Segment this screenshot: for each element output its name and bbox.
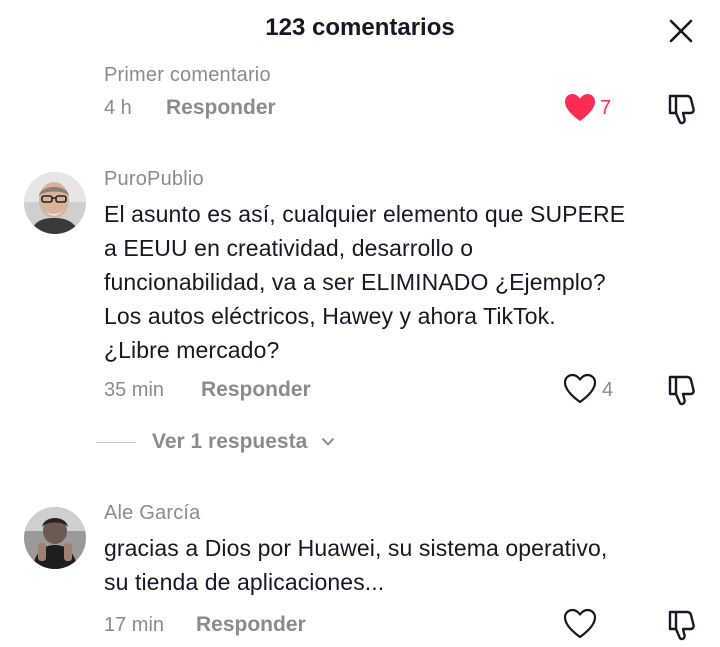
close-button[interactable] (664, 14, 698, 48)
comments-header: 123 comentarios (0, 0, 720, 56)
thumbs-down-icon (668, 610, 695, 641)
dislike-button[interactable] (664, 92, 700, 126)
comment-timestamp: 4 h (104, 97, 132, 119)
comment-text: gracias a Dios por Huawei, su sistema op… (104, 535, 608, 595)
like-count: 4 (602, 379, 614, 401)
reply-button[interactable]: Responder (201, 378, 311, 402)
like-button[interactable] (563, 373, 599, 407)
heart-outline-icon (563, 608, 597, 639)
comment-author[interactable]: PuroPublio (104, 168, 204, 191)
comments-count-title: 123 comentarios (265, 14, 455, 41)
dislike-button[interactable] (664, 608, 700, 642)
comment-timestamp: 35 min (104, 379, 165, 401)
like-count: 7 (600, 97, 612, 119)
thumbs-down-icon (668, 94, 695, 125)
user-avatar-image (24, 172, 86, 234)
like-button[interactable] (563, 92, 599, 126)
chevron-down-icon (322, 438, 334, 446)
avatar[interactable] (24, 172, 86, 234)
reply-button[interactable]: Responder (166, 96, 276, 120)
view-replies-label: Ver 1 respuesta (152, 430, 308, 453)
avatar[interactable] (24, 507, 86, 569)
heart-outline-icon (563, 373, 597, 404)
heart-filled-icon (565, 94, 595, 121)
comment-timestamp: 17 min (104, 614, 165, 636)
view-replies-button[interactable]: Ver 1 respuesta (96, 428, 356, 458)
dislike-button[interactable] (664, 373, 700, 407)
reply-button[interactable]: Responder (196, 613, 306, 637)
user-avatar-image (24, 507, 86, 569)
comment-author[interactable]: Primer comentario (104, 64, 271, 87)
thumbs-down-icon (668, 375, 695, 406)
divider-line (96, 442, 136, 443)
comment-author[interactable]: Ale García (104, 502, 200, 525)
like-button[interactable] (563, 608, 599, 642)
comment-text: El asunto es así, cualquier elemento que… (104, 201, 626, 363)
close-icon (669, 19, 693, 43)
